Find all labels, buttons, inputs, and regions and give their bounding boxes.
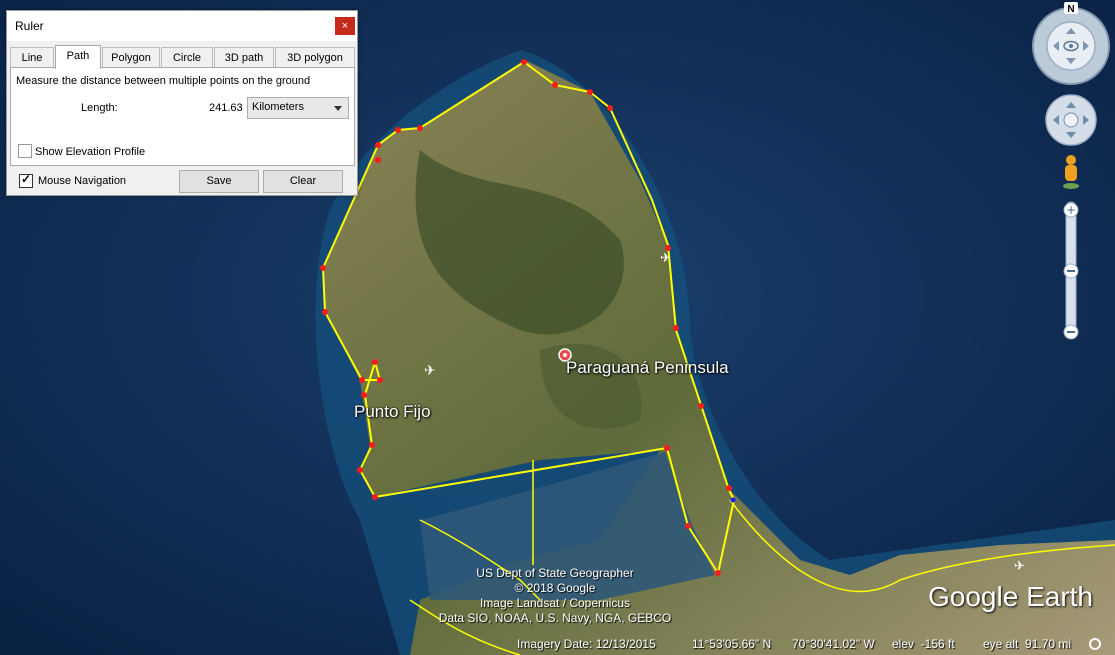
compass-control[interactable]: N bbox=[1032, 2, 1110, 85]
tab-polygon[interactable]: Polygon bbox=[102, 47, 160, 68]
airport-icon: ✈ bbox=[1014, 559, 1025, 574]
ruler-dialog: Ruler × Line Path Polygon Circle 3D path… bbox=[6, 10, 358, 196]
navigation-controls[interactable]: N + bbox=[1030, 2, 1112, 342]
clear-button[interactable]: Clear bbox=[263, 170, 343, 193]
airport-icon: ✈ bbox=[424, 363, 436, 379]
imagery-date: Imagery Date: 12/13/2015 bbox=[517, 637, 656, 651]
save-button[interactable]: Save bbox=[179, 170, 259, 193]
tab-3d-polygon[interactable]: 3D polygon bbox=[275, 47, 355, 68]
tab-path[interactable]: Path bbox=[55, 45, 101, 69]
units-select[interactable]: Kilometers bbox=[247, 97, 349, 119]
credit-line: US Dept of State Geographer bbox=[476, 566, 634, 580]
airport-icon: ✈ bbox=[660, 251, 671, 266]
units-value: Kilometers bbox=[252, 101, 304, 113]
ruler-description: Measure the distance between multiple po… bbox=[16, 75, 311, 87]
credit-line: Data SIO, NOAA, U.S. Navy, NGA, GEBCO bbox=[438, 611, 672, 625]
mouse-navigation-checkbox[interactable] bbox=[19, 172, 33, 188]
tab-line[interactable]: Line bbox=[10, 47, 54, 68]
tab-3d-path[interactable]: 3D path bbox=[214, 47, 274, 68]
length-label: Length: bbox=[81, 102, 118, 114]
map-credits: US Dept of State Geographer © 2018 Googl… bbox=[420, 566, 690, 626]
status-bar: Imagery Date: 12/13/2015 11°53'05.66" N … bbox=[0, 634, 1115, 655]
latitude: 11°53'05.66" N bbox=[692, 637, 772, 651]
google-earth-logo: Google Earth bbox=[928, 581, 1093, 612]
north-indicator: N bbox=[1067, 4, 1074, 15]
streaming-indicator-icon bbox=[1089, 638, 1101, 650]
tab-circle[interactable]: Circle bbox=[161, 47, 213, 68]
label-paraguana-peninsula[interactable]: Paraguaná Peninsula bbox=[566, 358, 729, 378]
street-view-pegman-icon[interactable] bbox=[1063, 155, 1079, 189]
credit-line: © 2018 Google bbox=[514, 581, 596, 595]
longitude: 70°30'41.02" W bbox=[792, 637, 875, 651]
zoom-in-icon: + bbox=[1066, 203, 1076, 217]
chevron-down-icon bbox=[334, 106, 342, 111]
eye-altitude: eye alt 91.70 mi bbox=[983, 637, 1072, 651]
show-elevation-label[interactable]: Show Elevation Profile bbox=[35, 146, 145, 158]
zoom-out-icon bbox=[1067, 331, 1075, 333]
zoom-slider[interactable]: + bbox=[1063, 201, 1079, 340]
pan-control[interactable] bbox=[1045, 94, 1097, 146]
ruler-titlebar[interactable]: Ruler × bbox=[7, 11, 357, 41]
show-elevation-checkbox[interactable] bbox=[18, 144, 32, 158]
ruler-tabs: Line Path Polygon Circle 3D path 3D poly… bbox=[10, 45, 355, 69]
ruler-panel: Measure the distance between multiple po… bbox=[10, 67, 355, 166]
credit-line: Image Landsat / Copernicus bbox=[479, 596, 631, 610]
label-punto-fijo[interactable]: Punto Fijo bbox=[354, 402, 431, 422]
ruler-title: Ruler bbox=[15, 19, 44, 33]
mouse-navigation-label[interactable]: Mouse Navigation bbox=[38, 175, 126, 187]
length-value: 241.63 bbox=[209, 102, 243, 114]
elevation: elev -156 ft bbox=[892, 637, 955, 651]
close-icon[interactable]: × bbox=[335, 17, 355, 35]
